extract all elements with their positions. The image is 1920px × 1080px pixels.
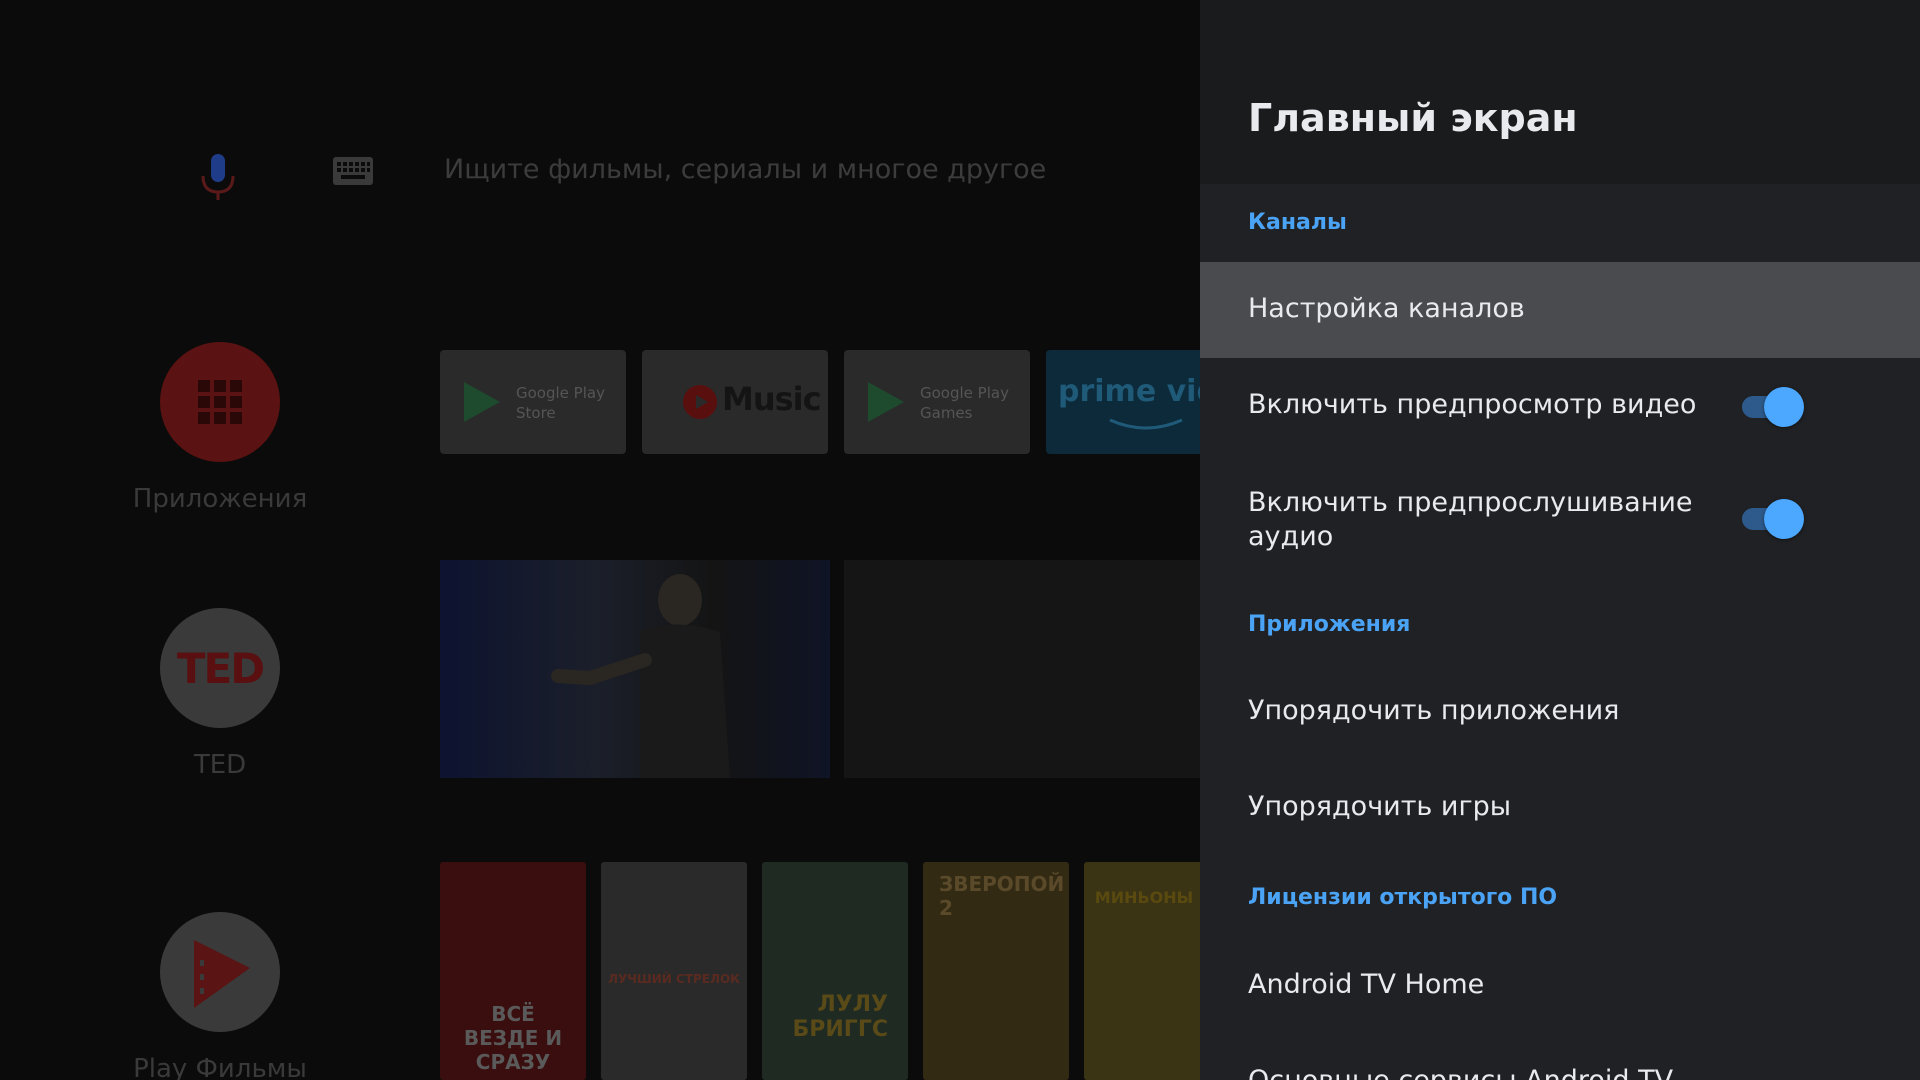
toggle-knob: [1764, 387, 1804, 427]
section-header-licenses: Лицензии открытого ПО: [1248, 885, 1558, 910]
keyboard-icon[interactable]: [332, 156, 374, 186]
item-label: Включить предпросмотр видео: [1248, 389, 1697, 420]
movie-poster[interactable]: МИНЬОНЫ: [1084, 862, 1200, 1080]
poster-title: ЗВЕРОПОЙ 2: [939, 872, 1065, 920]
ted-logo: TED: [160, 608, 280, 728]
section-header-channels: Каналы: [1248, 210, 1347, 235]
toggle-knob: [1764, 499, 1804, 539]
panel-header: Главный экран: [1200, 0, 1920, 184]
poster-title: МИНЬОНЫ: [1094, 888, 1194, 907]
audio-preview-toggle[interactable]: [1742, 498, 1804, 539]
google-play-store-tile[interactable]: Google Play Store: [440, 350, 626, 454]
tile-line2: Games: [920, 404, 973, 422]
side-app-label: Приложения: [132, 484, 308, 514]
item-label: Упорядочить приложения: [1248, 695, 1620, 726]
search-placeholder[interactable]: Ищите фильмы, сериалы и многое другое: [444, 154, 1046, 185]
home-screen-background: Ищите фильмы, сериалы и многое другое Пр…: [0, 0, 1200, 1080]
home-screen-settings-panel: Главный экран Каналы Настройка каналов В…: [1200, 0, 1920, 1080]
item-label: Включить предпрослушивание аудио: [1248, 486, 1693, 554]
audio-preview-item[interactable]: Включить предпрослушивание аудио: [1200, 466, 1920, 576]
side-app-play-movies[interactable]: Play Фильмы: [130, 912, 310, 1080]
item-label-line2: аудио: [1248, 521, 1334, 552]
movie-poster[interactable]: ЛУЛУ БРИГГС: [762, 862, 908, 1080]
channel-settings-item[interactable]: Настройка каналов: [1200, 262, 1920, 358]
section-header-apps: Приложения: [1248, 612, 1411, 637]
item-label: Упорядочить игры: [1248, 791, 1512, 822]
sort-games-item[interactable]: Упорядочить игры: [1200, 760, 1920, 856]
poster-title: ЛУЛУ БРИГГС: [792, 992, 889, 1042]
ted-video-thumbnail-2[interactable]: [844, 560, 1200, 778]
movie-poster[interactable]: ЗВЕРОПОЙ 2: [923, 862, 1069, 1080]
play-store-icon: [464, 382, 500, 422]
video-preview-item[interactable]: Включить предпросмотр видео: [1200, 358, 1920, 454]
side-app-apps[interactable]: Приложения: [130, 342, 310, 514]
ted-logo-text: TED: [176, 644, 265, 693]
tile-line1: Google Play: [920, 384, 1009, 402]
google-play-games-tile[interactable]: Google Play Games: [844, 350, 1030, 454]
side-app-ted[interactable]: TED TED: [130, 608, 310, 780]
amazon-smile-icon: [1109, 418, 1183, 430]
microphone-icon[interactable]: [190, 150, 246, 206]
core-services-item[interactable]: Основные сервисы Android TV: [1200, 1034, 1920, 1080]
ted-video-thumbnail[interactable]: [440, 560, 830, 778]
speaker-figure: [551, 574, 730, 778]
tile-text: prime vide: [1058, 374, 1200, 409]
sort-apps-item[interactable]: Упорядочить приложения: [1200, 664, 1920, 760]
item-label: Android TV Home: [1248, 969, 1485, 1000]
youtube-music-tile[interactable]: Music: [642, 350, 828, 454]
youtube-music-icon: [683, 385, 717, 419]
android-tv-home-item[interactable]: Android TV Home: [1200, 938, 1920, 1034]
search-bar[interactable]: Ищите фильмы, сериалы и многое другое: [190, 140, 1190, 204]
movie-poster[interactable]: ВСЁ ВЕЗДЕ И СРАЗУ: [440, 862, 586, 1080]
video-preview-toggle[interactable]: [1742, 386, 1804, 427]
tile-text: Music: [722, 380, 822, 418]
prime-video-tile[interactable]: prime vide: [1046, 350, 1200, 454]
tile-line1: Google Play: [516, 384, 605, 402]
panel-title: Главный экран: [1248, 96, 1578, 140]
poster-title: ВСЁ ВЕЗДЕ И СРАЗУ: [463, 1002, 563, 1074]
side-app-label: Play Фильмы: [133, 1054, 307, 1080]
apps-grid-icon: [160, 342, 280, 462]
tile-line2: Store: [516, 404, 556, 422]
side-app-label: TED: [193, 750, 247, 780]
movie-poster[interactable]: ЛУЧШИЙ СТРЕЛОК: [601, 862, 747, 1080]
item-label: Основные сервисы Android TV: [1248, 1064, 1673, 1080]
item-label: Настройка каналов: [1248, 293, 1525, 324]
play-movies-icon: [160, 912, 280, 1032]
item-label-line1: Включить предпрослушивание: [1248, 487, 1693, 518]
play-games-icon: [868, 382, 904, 422]
poster-title: ЛУЧШИЙ СТРЕЛОК: [608, 972, 740, 986]
